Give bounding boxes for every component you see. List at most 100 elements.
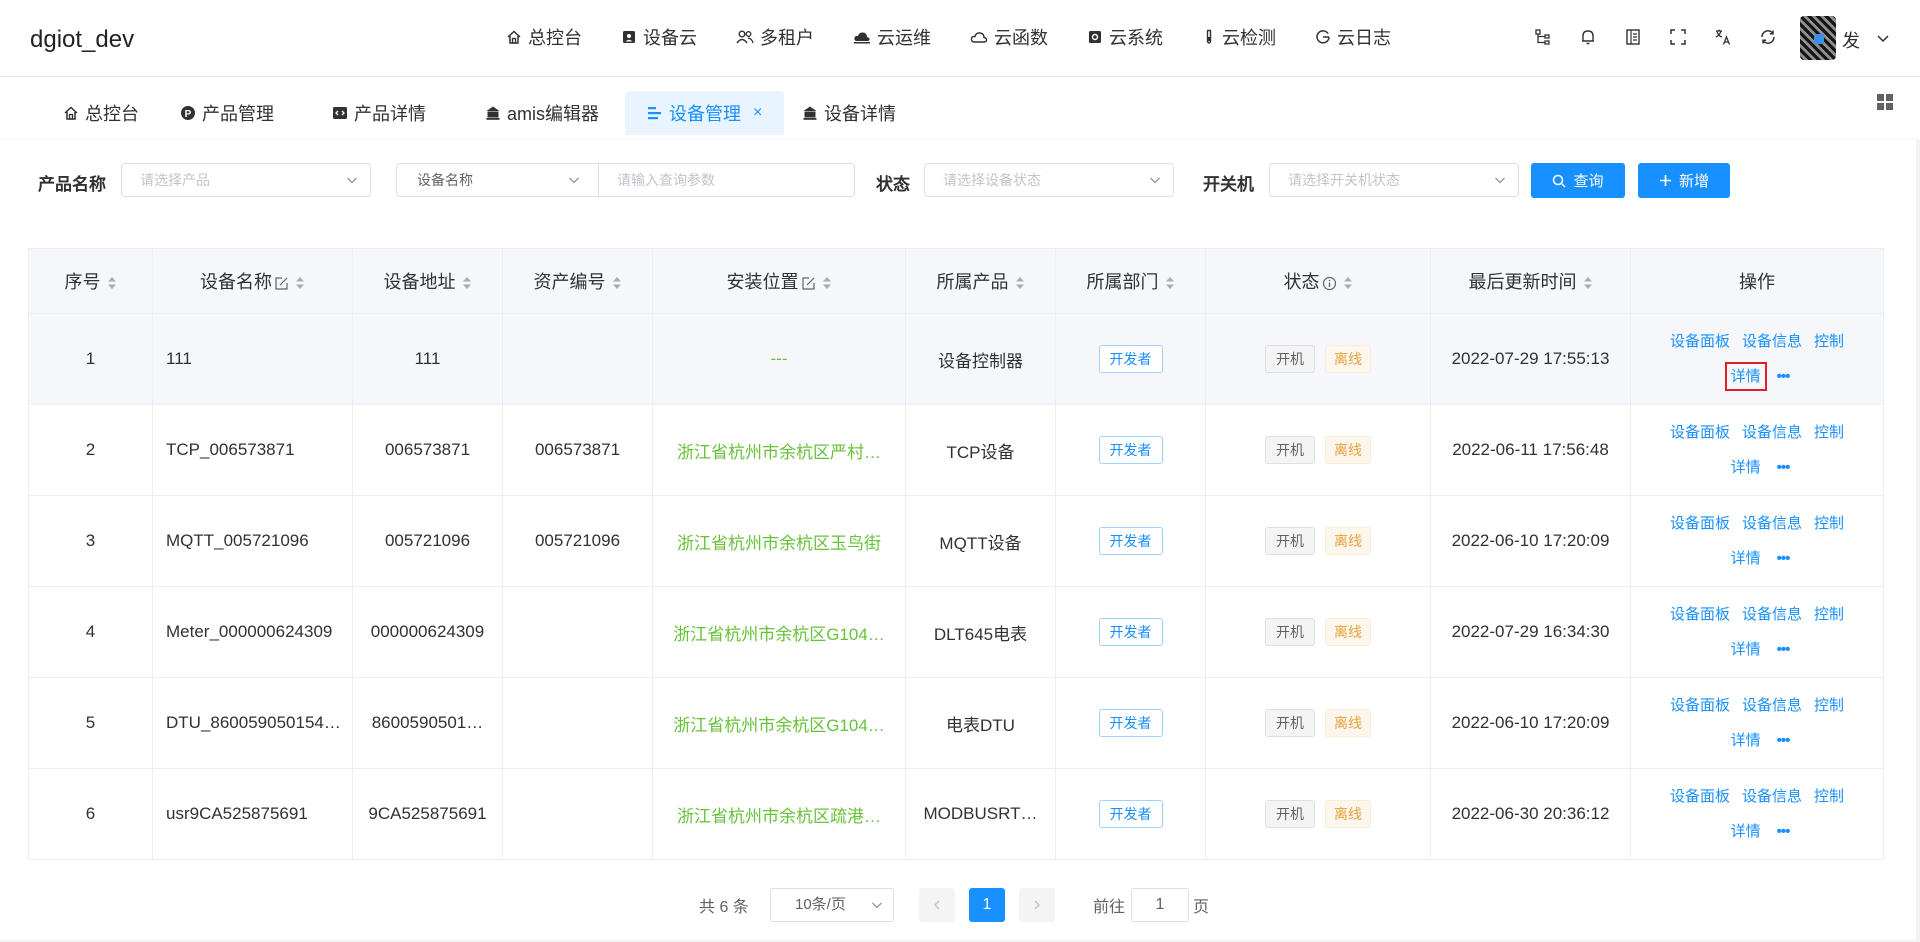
detail-link[interactable]: 详情 <box>1731 823 1761 840</box>
col-department[interactable]: 所属部门 <box>1055 248 1206 314</box>
nav-item-cloud-system[interactable]: 云系统 <box>1087 24 1163 50</box>
control-link[interactable]: 控制 <box>1814 697 1844 714</box>
more-icon[interactable]: ••• <box>1777 641 1791 658</box>
info-icon[interactable] <box>1322 276 1337 291</box>
col-asset-number[interactable]: 资产编号 <box>502 248 653 314</box>
col-index[interactable]: 序号 <box>28 248 153 314</box>
cell-device-name[interactable]: 111 <box>152 313 353 405</box>
cell-device-name[interactable]: Meter_000000624309 <box>152 586 353 678</box>
more-icon[interactable]: ••• <box>1777 732 1791 749</box>
tab-console[interactable]: 总控台 <box>63 91 139 135</box>
tab-device-detail[interactable]: 设备详情 <box>802 91 896 135</box>
close-icon[interactable]: × <box>753 104 762 122</box>
col-device-name[interactable]: 设备名称 <box>152 248 353 314</box>
device-panel-link[interactable]: 设备面板 <box>1670 788 1730 805</box>
device-panel-link[interactable]: 设备面板 <box>1670 606 1730 623</box>
tab-product-detail[interactable]: 产品详情 <box>332 91 426 135</box>
more-icon[interactable]: ••• <box>1777 459 1791 476</box>
log-icon <box>1316 30 1330 44</box>
nav-item-cloud-ops[interactable]: 云运维 <box>853 24 931 50</box>
bell-icon[interactable] <box>1577 26 1599 48</box>
device-info-link[interactable]: 设备信息 <box>1742 333 1802 350</box>
detail-link[interactable]: 详情 <box>1731 459 1761 476</box>
cell-device-name[interactable]: usr9CA525875691 <box>152 768 353 860</box>
app-logo[interactable]: dgiot_dev <box>30 26 134 54</box>
sort-icon[interactable] <box>1583 276 1593 290</box>
fullscreen-icon[interactable] <box>1667 26 1689 48</box>
avatar[interactable] <box>1800 16 1836 60</box>
query-field-select[interactable]: 设备名称 <box>396 163 598 197</box>
col-install-location[interactable]: 安装位置 <box>652 248 906 314</box>
refresh-icon[interactable] <box>1757 26 1779 48</box>
device-panel-link[interactable]: 设备面板 <box>1670 424 1730 441</box>
nav-item-multi-tenant[interactable]: 多租户 <box>736 24 814 50</box>
tab-product-management[interactable]: P 产品管理 <box>180 91 274 135</box>
query-input[interactable]: 请输入查询参数 <box>598 163 855 197</box>
cell-install-location[interactable]: --- <box>652 313 906 405</box>
cell-device-name[interactable]: DTU_86005905015432( <box>152 677 353 769</box>
cell-device-name[interactable]: MQTT_005721096 <box>152 495 353 587</box>
more-icon[interactable]: ••• <box>1777 823 1791 840</box>
page-number-current[interactable]: 1 <box>969 888 1005 922</box>
chevron-down-icon[interactable] <box>1876 31 1890 45</box>
device-info-link[interactable]: 设备信息 <box>1742 515 1802 532</box>
cell-install-location[interactable]: 浙江省杭州市余杭区玉鸟街 <box>652 495 906 587</box>
device-info-link[interactable]: 设备信息 <box>1742 606 1802 623</box>
sort-icon[interactable] <box>1165 276 1175 290</box>
search-button[interactable]: 查询 <box>1531 163 1625 198</box>
control-link[interactable]: 控制 <box>1814 606 1844 623</box>
col-last-updated[interactable]: 最后更新时间 <box>1430 248 1631 314</box>
status-select[interactable]: 请选择设备状态 <box>924 163 1174 197</box>
nav-item-device-cloud[interactable]: 设备云 <box>621 24 697 50</box>
device-panel-link[interactable]: 设备面板 <box>1670 515 1730 532</box>
add-button[interactable]: 新增 <box>1638 163 1730 198</box>
detail-link[interactable]: 详情 <box>1731 641 1761 658</box>
book-icon[interactable] <box>1622 26 1644 48</box>
page-size-select[interactable]: 10条/页 <box>770 888 894 922</box>
user-name[interactable]: 发 <box>1842 27 1860 53</box>
col-device-address[interactable]: 设备地址 <box>352 248 503 314</box>
control-link[interactable]: 控制 <box>1814 333 1844 350</box>
nav-item-cloud-log[interactable]: 云日志 <box>1315 24 1391 50</box>
nav-item-cloud-function[interactable]: 云函数 <box>970 24 1048 50</box>
grid-menu-icon[interactable] <box>1876 93 1894 111</box>
col-product[interactable]: 所属产品 <box>905 248 1056 314</box>
cell-install-location[interactable]: 浙江省杭州市余杭区严村… <box>652 404 906 496</box>
nav-item-console[interactable]: 总控台 <box>506 24 582 50</box>
sort-icon[interactable] <box>1015 276 1025 290</box>
cell-install-location[interactable]: 浙江省杭州市余杭区G104… <box>652 677 906 769</box>
control-link[interactable]: 控制 <box>1814 788 1844 805</box>
sort-icon[interactable] <box>612 276 622 290</box>
detail-link[interactable]: 详情 <box>1731 550 1761 567</box>
device-info-link[interactable]: 设备信息 <box>1742 424 1802 441</box>
control-link[interactable]: 控制 <box>1814 515 1844 532</box>
device-panel-link[interactable]: 设备面板 <box>1670 333 1730 350</box>
tree-icon[interactable] <box>1532 26 1554 48</box>
more-icon[interactable]: ••• <box>1777 550 1791 567</box>
detail-link[interactable]: 详情 <box>1724 362 1767 391</box>
goto-page-input[interactable]: 1 <box>1131 888 1189 922</box>
sort-icon[interactable] <box>295 276 305 290</box>
tab-amis-editor[interactable]: amis编辑器 <box>485 91 599 135</box>
cell-install-location[interactable]: 浙江省杭州市余杭区疏港… <box>652 768 906 860</box>
cell-install-location[interactable]: 浙江省杭州市余杭区G104… <box>652 586 906 678</box>
cell-device-name[interactable]: TCP_006573871 <box>152 404 353 496</box>
power-select[interactable]: 请选择开关机状态 <box>1269 163 1519 197</box>
next-page-button[interactable] <box>1019 888 1055 922</box>
detail-link[interactable]: 详情 <box>1731 732 1761 749</box>
sort-icon[interactable] <box>462 276 472 290</box>
device-info-link[interactable]: 设备信息 <box>1742 697 1802 714</box>
sort-icon[interactable] <box>1343 276 1353 290</box>
device-info-link[interactable]: 设备信息 <box>1742 788 1802 805</box>
device-panel-link[interactable]: 设备面板 <box>1670 697 1730 714</box>
tab-device-management[interactable]: 设备管理 × <box>625 91 785 135</box>
translate-icon[interactable] <box>1712 26 1734 48</box>
col-status[interactable]: 状态 <box>1205 248 1431 314</box>
sort-icon[interactable] <box>107 276 117 290</box>
nav-item-cloud-test[interactable]: 云检测 <box>1202 24 1276 50</box>
control-link[interactable]: 控制 <box>1814 424 1844 441</box>
sort-icon[interactable] <box>822 276 832 290</box>
product-select[interactable]: 请选择产品 <box>121 163 371 197</box>
prev-page-button[interactable] <box>919 888 955 922</box>
more-icon[interactable]: ••• <box>1777 368 1791 385</box>
